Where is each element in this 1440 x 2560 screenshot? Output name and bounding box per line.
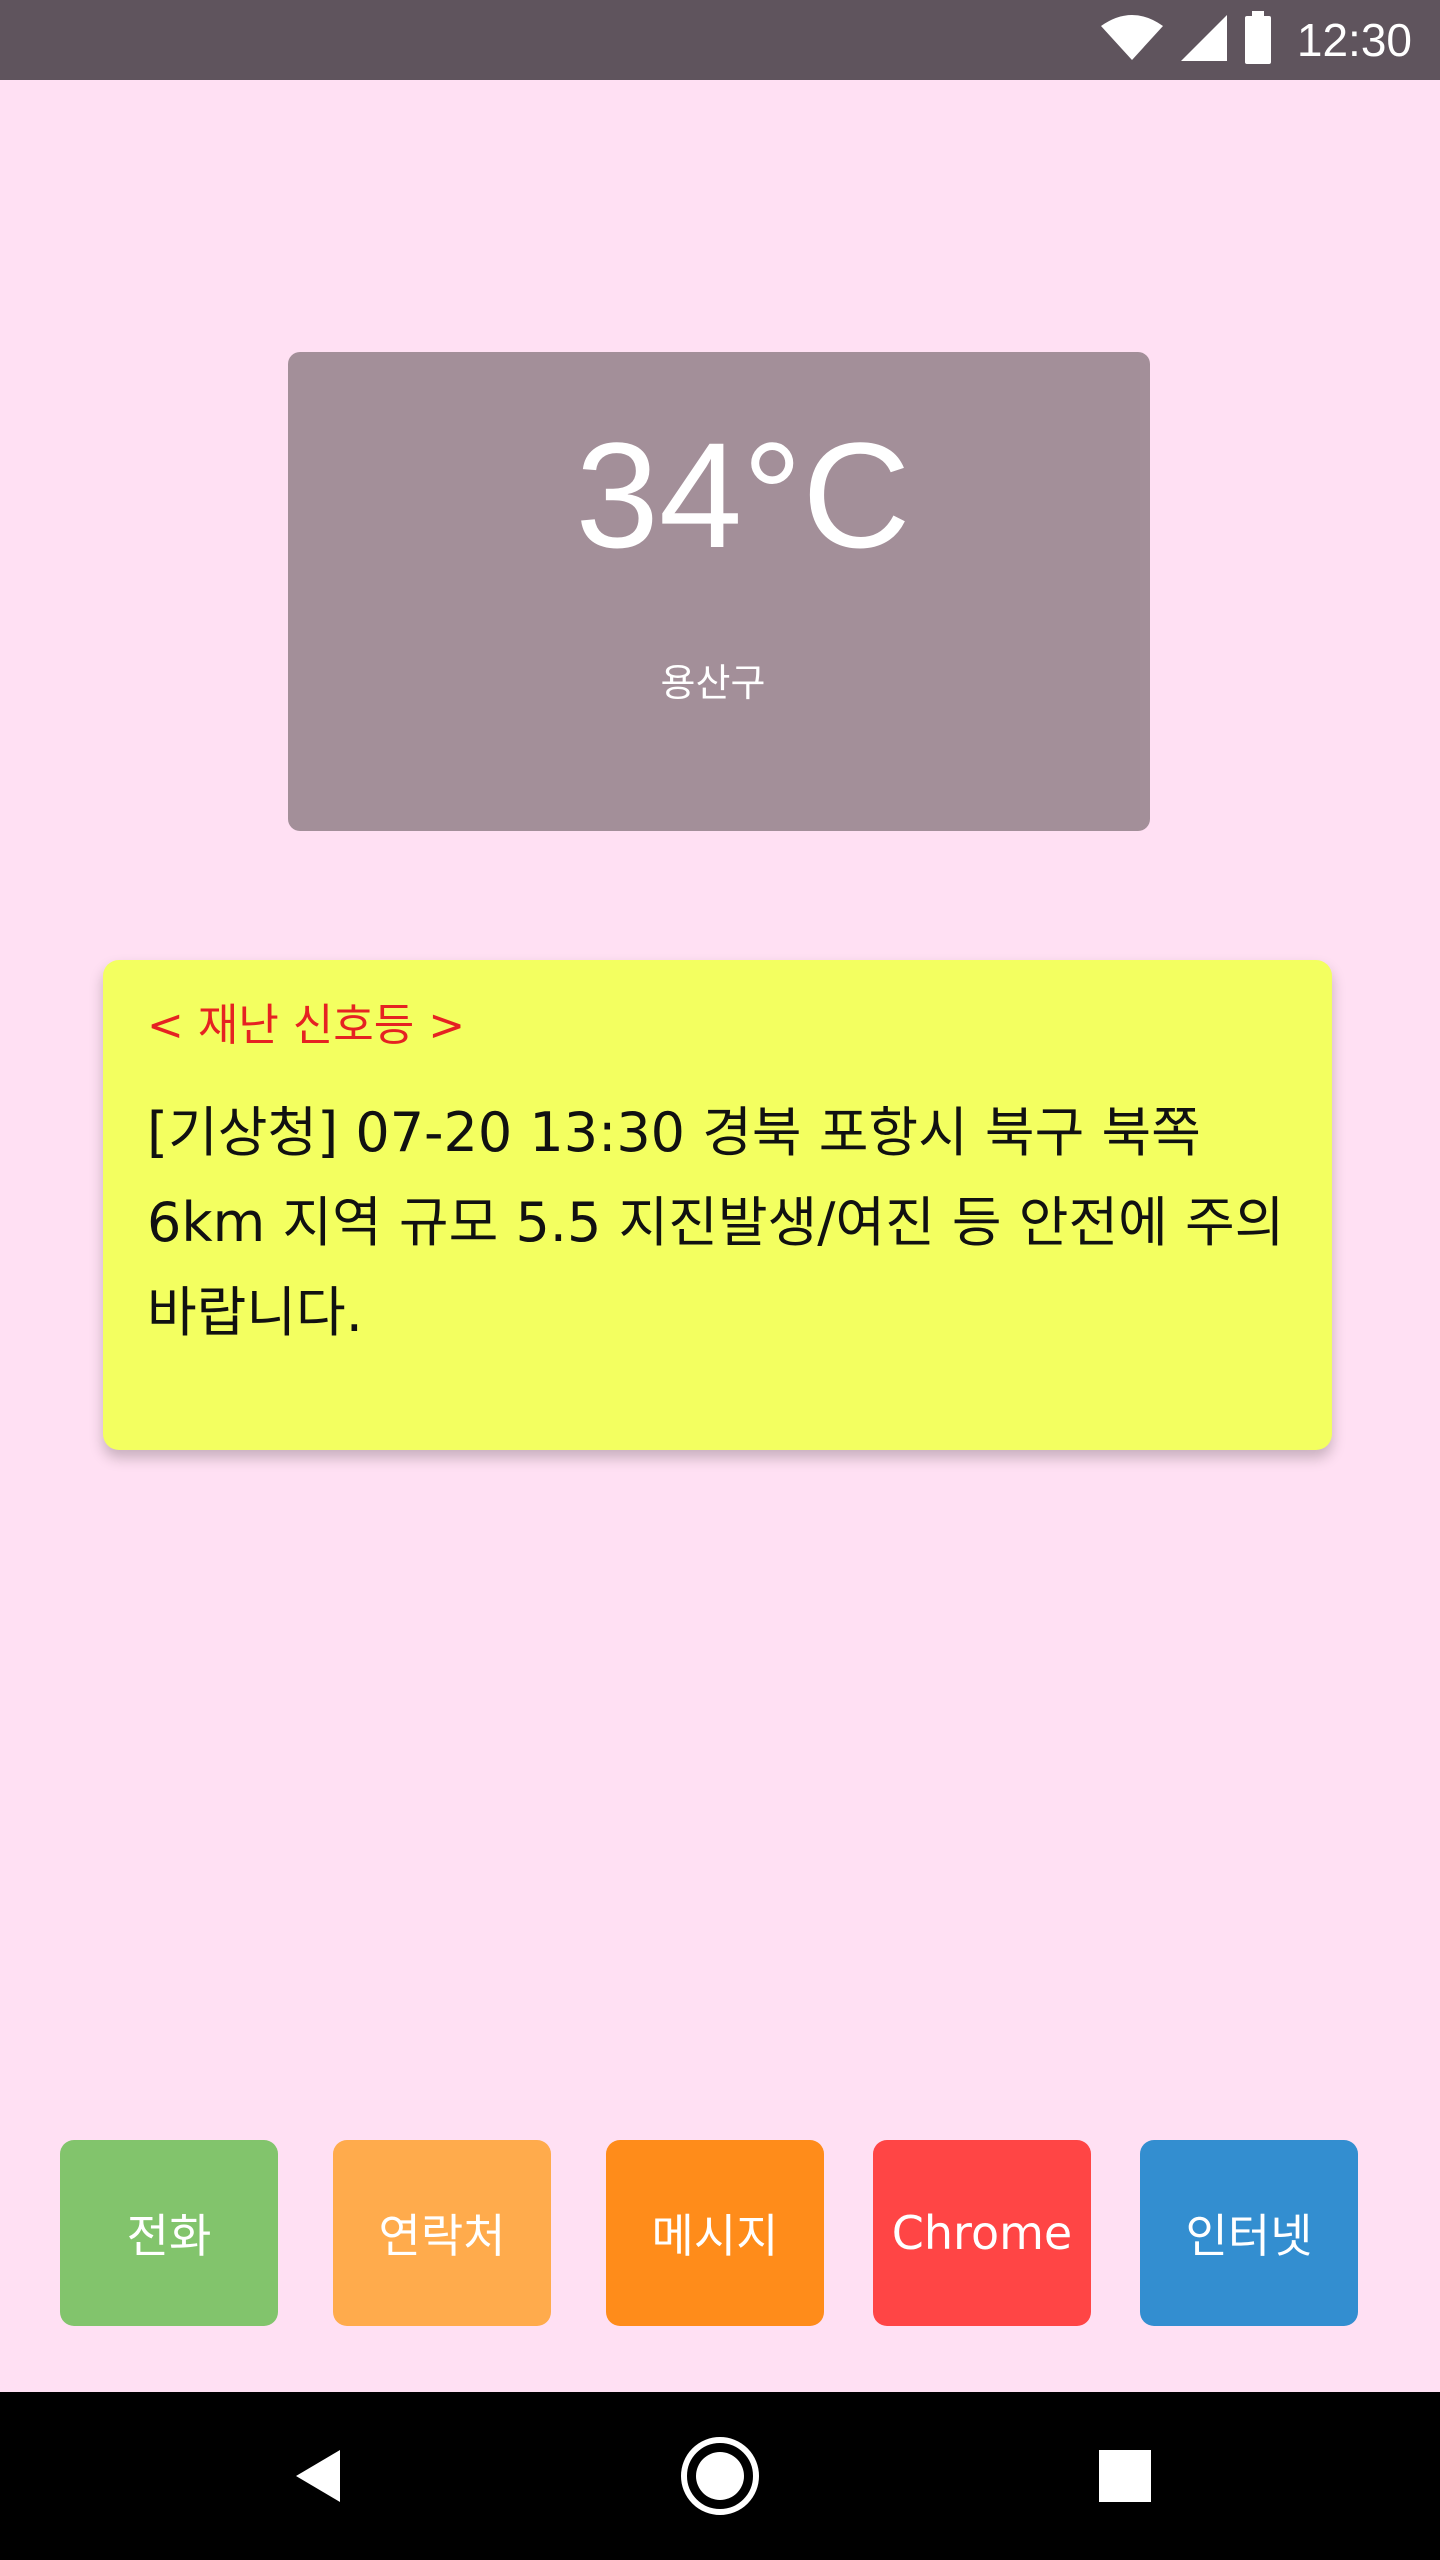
status-time: 12:30 (1296, 14, 1412, 66)
message-button[interactable]: 메시지 (606, 2140, 824, 2326)
recents-icon[interactable] (1075, 2426, 1175, 2526)
home-icon[interactable] (670, 2426, 770, 2526)
contacts-button[interactable]: 연락처 (333, 2140, 551, 2326)
navigation-bar (0, 2392, 1440, 2560)
back-icon[interactable] (268, 2426, 368, 2526)
disaster-alert-card: < 재난 신호등 > [기상청] 07-20 13:30 경북 포항시 북구 북… (103, 960, 1332, 1450)
status-bar: 12:30 (0, 0, 1440, 80)
weather-location: 용산구 (660, 661, 766, 705)
signal-icon (1179, 13, 1229, 67)
wifi-icon (1099, 14, 1165, 66)
internet-button[interactable]: 인터넷 (1140, 2140, 1358, 2326)
chrome-button[interactable]: Chrome (873, 2140, 1091, 2326)
alert-title: < 재난 신호등 > (147, 1000, 466, 1051)
status-icons: 12:30 (1099, 0, 1412, 80)
phone-button[interactable]: 전화 (60, 2140, 278, 2326)
alert-message: [기상청] 07-20 13:30 경북 포항시 북구 북쪽 6km 지역 규모… (147, 1101, 1285, 1344)
app-shortcuts: 전화 연락처 메시지 Chrome 인터넷 (0, 2140, 1440, 2326)
battery-icon (1243, 11, 1273, 69)
weather-card: 34°C 용산구 (288, 352, 1150, 831)
weather-temperature: 34°C (575, 411, 911, 579)
